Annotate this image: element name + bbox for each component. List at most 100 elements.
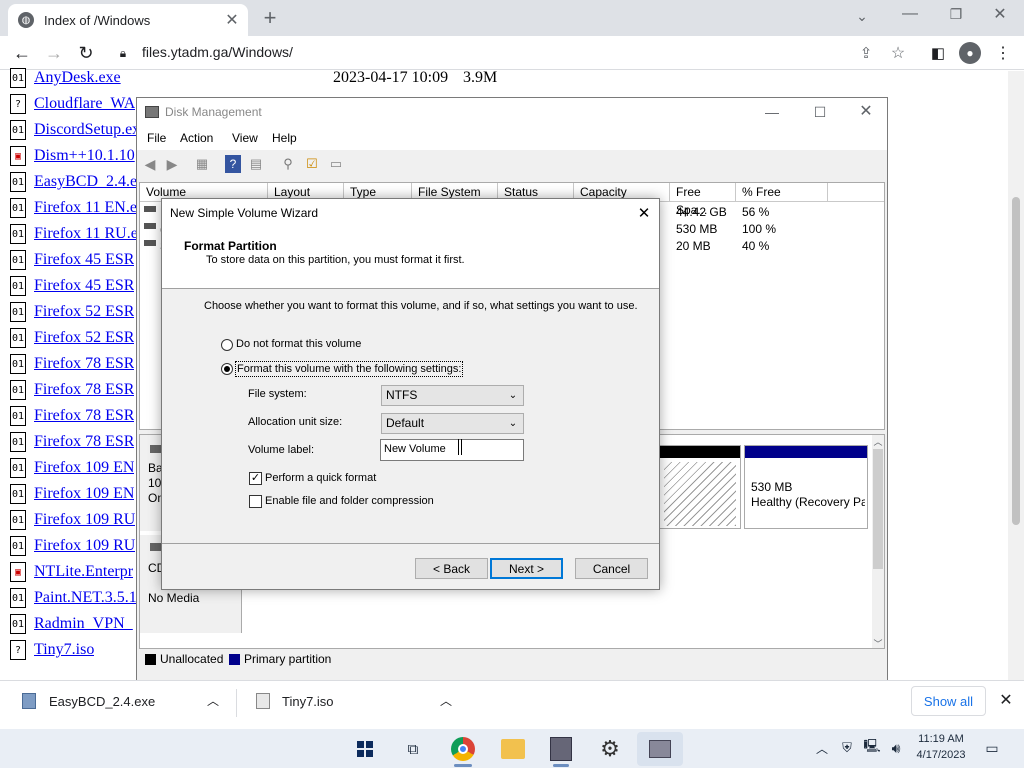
check-icon[interactable]: ☑ (303, 155, 321, 173)
file-link[interactable]: Firefox 11 RU.e (34, 225, 138, 243)
compression-label[interactable]: Enable file and folder compression (265, 495, 434, 507)
minimize-icon[interactable]: — (898, 4, 922, 24)
side-panel-icon[interactable]: ◧ (927, 42, 949, 64)
list-view-icon[interactable]: ▭ (327, 155, 345, 173)
back-button[interactable]: < Back (415, 558, 488, 579)
restore-icon[interactable]: ❐ (944, 4, 968, 24)
task-view-icon[interactable]: ⧉ (402, 738, 424, 760)
profile-avatar-icon[interactable]: ● (959, 42, 981, 64)
file-explorer-icon[interactable] (501, 739, 525, 759)
show-hidden-icons-chevron[interactable]: ︿ (813, 739, 831, 757)
compression-checkbox[interactable] (249, 495, 262, 508)
quick-format-label[interactable]: Perform a quick format (265, 472, 376, 484)
back-icon[interactable]: ◀ (141, 155, 159, 173)
file-link[interactable]: Firefox 109 RU (34, 511, 135, 529)
page-scrollbar[interactable] (1008, 71, 1024, 680)
show-all-button[interactable]: Show all (911, 686, 986, 716)
new-tab-button[interactable]: + (258, 5, 282, 30)
file-link[interactable]: DiscordSetup.ex (34, 121, 140, 139)
scrollbar-thumb[interactable] (873, 449, 883, 569)
menu-kebab-icon[interactable]: ⋮ (994, 42, 1012, 64)
unallocated-partition[interactable] (659, 445, 741, 529)
volume-icon[interactable]: 🔊︎ (886, 738, 906, 758)
radio-format-label[interactable]: Format this volume with the following se… (235, 361, 464, 377)
file-link[interactable]: Firefox 45 ESR (34, 277, 134, 295)
file-link[interactable]: Firefox 109 RU (34, 537, 135, 555)
close-tab-icon[interactable]: ✕ (222, 10, 242, 30)
back-arrow-icon[interactable]: ← (10, 41, 34, 65)
file-link[interactable]: Firefox 78 ESR (34, 355, 134, 373)
connect-icon[interactable]: ⚲ (279, 155, 297, 173)
start-button-icon[interactable] (357, 741, 373, 757)
radio-do-not-format[interactable] (221, 339, 233, 351)
dm-close-icon[interactable]: ✕ (855, 100, 877, 122)
properties-icon[interactable]: ▤ (247, 155, 265, 173)
file-link[interactable]: NTLite.Enterpr (34, 563, 133, 581)
download-item-1[interactable]: EasyBCD_2.4.exe (49, 694, 155, 709)
recovery-partition[interactable]: 530 MB Healthy (Recovery Pa (744, 445, 868, 529)
tab-index-of-windows[interactable]: ◍ Index of /Windows ✕ (8, 4, 248, 36)
menu-view[interactable]: View (232, 131, 258, 145)
menu-action[interactable]: Action (180, 131, 213, 145)
close-downloads-icon[interactable]: ✕ (996, 690, 1016, 710)
reload-icon[interactable]: ↻ (74, 41, 98, 65)
file-link[interactable]: Cloudflare_WA (34, 95, 135, 113)
notification-icon[interactable]: ▭ (982, 738, 1002, 758)
lock-icon[interactable]: 🔒︎ (116, 45, 130, 61)
allocation-unit-select[interactable]: Default ⌄ (381, 413, 524, 434)
menu-help[interactable]: Help (272, 131, 297, 145)
file-link[interactable]: Firefox 11 EN.e (34, 199, 137, 217)
network-icon[interactable]: 🖳 (862, 738, 882, 758)
volume-label-input[interactable]: New Volume (380, 439, 524, 461)
settings-gear-icon[interactable]: ⚙ (597, 736, 623, 762)
clock-time[interactable]: 11:19 AM (911, 733, 971, 745)
file-link[interactable]: Firefox 78 ESR (34, 433, 134, 451)
scroll-up-icon[interactable]: ︿ (872, 435, 884, 447)
wizard-taskbar-button[interactable] (637, 732, 683, 766)
close-window-icon[interactable]: ✕ (988, 4, 1012, 24)
file-link[interactable]: Radmin_VPN_ (34, 615, 133, 633)
radio-format[interactable] (221, 363, 233, 375)
file-link[interactable]: Firefox 109 EN (34, 459, 134, 477)
file-link[interactable]: Firefox 52 ESR (34, 303, 134, 321)
address-bar[interactable]: files.ytadm.ga/Windows/ (142, 44, 293, 60)
chevron-down-icon: ⌄ (508, 390, 518, 401)
page-scrollbar-thumb[interactable] (1012, 197, 1020, 525)
menu-file[interactable]: File (147, 131, 166, 145)
cancel-button[interactable]: Cancel (575, 558, 648, 579)
file-link[interactable]: Dism++10.1.10 (34, 147, 135, 165)
quick-format-checkbox[interactable]: ✓ (249, 472, 262, 485)
file-link[interactable]: Firefox 78 ESR (34, 407, 134, 425)
disk-view-scrollbar[interactable]: ︿ ﹀ (872, 435, 884, 651)
console-tree-icon[interactable]: ▦ (193, 155, 211, 173)
forward-arrow-icon[interactable]: → (42, 41, 66, 65)
clock-date[interactable]: 4/17/2023 (911, 749, 971, 761)
file-link[interactable]: Firefox 52 ESR (34, 329, 134, 347)
file-link[interactable]: Firefox 109 EN (34, 485, 134, 503)
disk-management-taskbar-icon[interactable] (550, 737, 572, 761)
dm-minimize-icon[interactable]: — (761, 102, 783, 122)
file-system-select[interactable]: NTFS ⌄ (381, 385, 524, 406)
tab-search-icon[interactable]: ⌄ (850, 6, 874, 26)
file-link[interactable]: Firefox 78 ESR (34, 381, 134, 399)
next-button[interactable]: Next > (490, 558, 563, 579)
share-icon[interactable]: ⇪ (855, 42, 877, 64)
file-link[interactable]: Paint.NET.3.5.1 (34, 589, 137, 607)
chevron-up-icon[interactable]: ︿ (437, 691, 455, 709)
file-link[interactable]: EasyBCD_2.4.e (34, 173, 137, 191)
col-percent-free[interactable]: % Free (736, 183, 828, 201)
radio-do-not-format-label[interactable]: Do not format this volume (236, 338, 361, 350)
file-link[interactable]: Firefox 45 ESR (34, 251, 134, 269)
chrome-icon[interactable] (451, 737, 475, 761)
help-icon[interactable]: ? (225, 155, 241, 173)
security-icon[interactable]: ⛨ (838, 738, 856, 758)
chevron-up-icon[interactable]: ︿ (204, 691, 222, 709)
forward-icon[interactable]: ▶ (163, 155, 181, 173)
download-item-2[interactable]: Tiny7.iso (282, 694, 334, 709)
wizard-close-icon[interactable]: ✕ (634, 203, 654, 223)
dm-maximize-icon[interactable]: ☐ (809, 102, 831, 122)
bookmark-star-icon[interactable]: ☆ (887, 42, 909, 64)
file-link[interactable]: AnyDesk.exe (34, 69, 121, 87)
col-free-space[interactable]: Free Spa... (670, 183, 736, 217)
file-link[interactable]: Tiny7.iso (34, 641, 94, 659)
